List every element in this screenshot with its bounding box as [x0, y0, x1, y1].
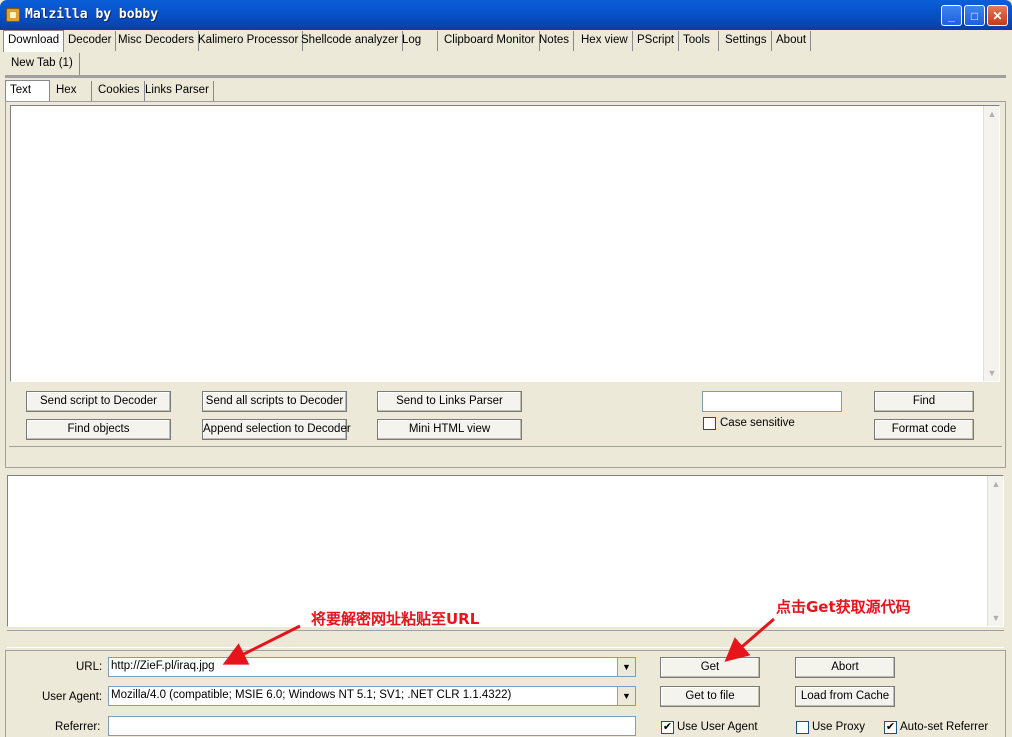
tab-pscript[interactable]: PScript — [633, 31, 680, 51]
tab-hex-view[interactable]: Hex view — [577, 31, 633, 51]
checkmark-icon: ✔ — [662, 721, 673, 733]
app-icon — [6, 8, 20, 22]
minimize-icon: _ — [948, 9, 955, 23]
upper-status-strip — [9, 446, 1002, 465]
tab-tools[interactable]: Tools — [679, 31, 719, 51]
tab-log[interactable]: Log — [398, 31, 438, 51]
auto-set-referrer-label: Auto-set Referrer — [900, 721, 989, 733]
send-all-scripts-button[interactable]: Send all scripts to Decoder — [202, 391, 347, 412]
scroll-down-icon[interactable]: ▼ — [984, 365, 1000, 381]
scroll-up-icon[interactable]: ▲ — [984, 106, 1000, 122]
mini-html-view-button[interactable]: Mini HTML view — [377, 419, 522, 440]
get-to-file-button[interactable]: Get to file — [660, 686, 760, 707]
tab-links-parser[interactable]: Links Parser — [141, 81, 214, 101]
log-scroll-down-icon[interactable]: ▼ — [988, 610, 1004, 626]
url-value: http://ZieF.pl/iraq.jpg — [111, 660, 215, 672]
window-title: Malzilla by bobby — [25, 7, 159, 22]
url-annotation-text: 将要解密网址粘贴至URL — [311, 610, 480, 628]
url-dropdown-icon[interactable]: ▼ — [617, 658, 635, 676]
tab-notes[interactable]: Notes — [535, 31, 575, 51]
user-agent-dropdown-icon[interactable]: ▼ — [617, 687, 635, 705]
case-sensitive-checkbox[interactable] — [703, 417, 716, 430]
referrer-label: Referrer: — [55, 721, 101, 733]
find-input[interactable] — [702, 391, 842, 412]
auto-set-referrer-checkbox[interactable]: ✔ — [884, 721, 897, 734]
close-button[interactable]: ✕ — [987, 5, 1008, 26]
close-icon: ✕ — [992, 9, 1003, 23]
load-from-cache-button[interactable]: Load from Cache — [795, 686, 895, 707]
tab-download[interactable]: Download — [3, 30, 65, 52]
source-text-area[interactable]: ▲ ▼ — [10, 105, 1000, 382]
tab-settings[interactable]: Settings — [721, 31, 772, 51]
use-user-agent-checkbox[interactable]: ✔ — [661, 721, 674, 734]
tab-about[interactable]: About — [772, 31, 812, 51]
source-scrollbar[interactable]: ▲ ▼ — [983, 106, 999, 381]
main-tab-strip: Download Decoder Misc Decoders Kalimero … — [3, 30, 1009, 53]
tab-clipboard-monitor[interactable]: Clipboard Monitor — [440, 31, 540, 51]
use-proxy-checkbox[interactable] — [796, 721, 809, 734]
format-code-button[interactable]: Format code — [874, 419, 974, 440]
find-objects-button[interactable]: Find objects — [26, 419, 171, 440]
minimize-button[interactable]: _ — [941, 5, 962, 26]
tab-text[interactable]: Text — [5, 80, 50, 102]
tab-cookies[interactable]: Cookies — [94, 81, 145, 101]
user-agent-label: User Agent: — [42, 691, 103, 703]
find-button[interactable]: Find — [874, 391, 974, 412]
sub-tab-strip: Text Hex Cookies Links Parser — [5, 80, 1006, 102]
get-button[interactable]: Get — [660, 657, 760, 678]
user-agent-value: Mozilla/4.0 (compatible; MSIE 6.0; Windo… — [111, 689, 512, 701]
case-sensitive-label: Case sensitive — [720, 417, 795, 429]
tab-new-tab[interactable]: New Tab (1) — [5, 53, 80, 75]
referrer-input[interactable] — [108, 716, 636, 736]
tab-hex[interactable]: Hex — [52, 81, 92, 101]
send-to-links-parser-button[interactable]: Send to Links Parser — [377, 391, 522, 412]
tab-kalimero-processor[interactable]: Kalimero Processor — [194, 31, 304, 51]
url-label: URL: — [76, 661, 103, 673]
log-scrollbar[interactable]: ▲ ▼ — [987, 476, 1003, 626]
log-scroll-up-icon[interactable]: ▲ — [988, 476, 1004, 492]
user-agent-combo[interactable]: Mozilla/4.0 (compatible; MSIE 6.0; Windo… — [108, 686, 636, 706]
abort-button[interactable]: Abort — [795, 657, 895, 678]
document-tab-strip: New Tab (1) — [5, 53, 1006, 78]
send-script-to-decoder-button[interactable]: Send script to Decoder — [26, 391, 171, 412]
tab-misc-decoders[interactable]: Misc Decoders — [114, 31, 200, 51]
append-selection-button[interactable]: Append selection to Decoder — [202, 419, 351, 440]
use-user-agent-label: Use User Agent — [677, 721, 758, 733]
checkmark-icon: ✔ — [885, 721, 896, 733]
lower-status-strip — [7, 630, 1004, 648]
tab-decoder[interactable]: Decoder — [64, 31, 117, 51]
use-proxy-label: Use Proxy — [812, 721, 866, 733]
maximize-icon: □ — [970, 9, 979, 23]
url-combo[interactable]: http://ZieF.pl/iraq.jpg ▼ — [108, 657, 636, 677]
get-annotation-text: 点击Get获取源代码 — [776, 598, 911, 616]
maximize-button[interactable]: □ — [964, 5, 985, 26]
title-bar[interactable]: Malzilla by bobby _ □ ✕ — [0, 0, 1012, 30]
tab-shellcode-analyzer[interactable]: Shellcode analyzer — [297, 31, 404, 51]
